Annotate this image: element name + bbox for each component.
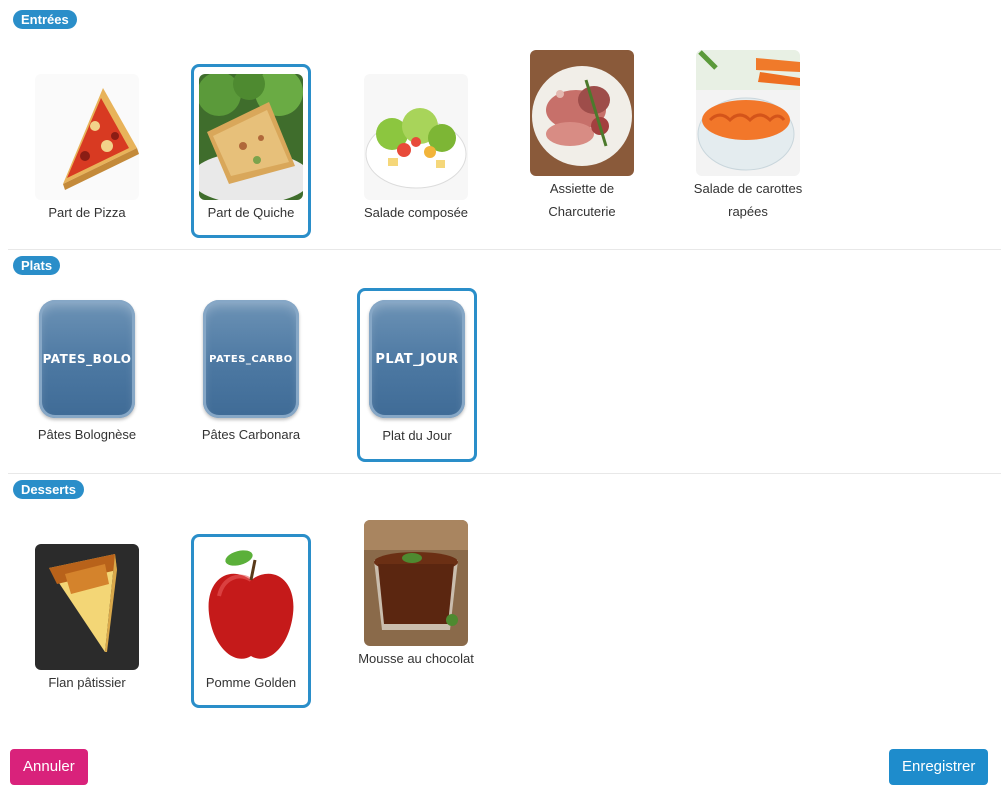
section-badge-entrees: Entrées (13, 10, 77, 29)
menu-item-label: Salade de carottes rapées (693, 181, 803, 219)
menu-item-label: Plat du Jour (382, 428, 452, 443)
carrot-salad-image (696, 50, 800, 176)
menu-item-label: Part de Quiche (207, 205, 295, 220)
menu-item-label: Salade composée (363, 205, 469, 220)
menu-item-pomme-golden[interactable]: Pomme Golden (191, 534, 311, 708)
save-button[interactable]: Enregistrer (889, 749, 989, 785)
section-divider (8, 473, 1001, 474)
salad-image (364, 74, 468, 200)
menu-item-label: Flan pâtissier (48, 675, 126, 690)
apple-image (199, 544, 303, 670)
pates-carbo-tile: PATES_CARBO (203, 300, 299, 418)
menu-item-label: Pâtes Bolognèse (37, 427, 137, 442)
menu-item-mousse-au-chocolat[interactable]: Mousse au chocolat (356, 510, 476, 706)
section-badge-plats: Plats (13, 256, 61, 275)
section-badge-desserts: Desserts (13, 480, 84, 499)
menu-item-part-de-pizza[interactable]: Part de Pizza (27, 64, 147, 236)
menu-item-label: Pomme Golden (205, 675, 297, 690)
section-divider (8, 249, 1001, 250)
plat-jour-tile: PLAT_JOUR (369, 300, 465, 418)
quiche-image (199, 74, 303, 200)
menu-item-flan-patissier[interactable]: Flan pâtissier (27, 534, 147, 706)
menu-item-label: Part de Pizza (48, 205, 126, 220)
pizza-image (35, 74, 139, 200)
menu-item-plat-du-jour[interactable]: PLAT_JOUR Plat du Jour (357, 288, 477, 462)
chocolate-mousse-image (364, 520, 468, 646)
menu-item-label: Assiette de Charcuterie (548, 181, 616, 219)
cancel-button[interactable]: Annuler (10, 749, 88, 785)
pates-bolo-tile: PATES_BOLO (39, 300, 135, 418)
menu-item-salade-de-carottes[interactable]: Salade de carottes rapées (688, 40, 808, 236)
charcuterie-image (530, 50, 634, 176)
menu-item-pates-bolognese[interactable]: PATES_BOLO Pâtes Bolognèse (27, 288, 147, 460)
menu-item-assiette-de-charcuterie[interactable]: Assiette de Charcuterie (522, 40, 642, 236)
menu-item-pates-carbonara[interactable]: PATES_CARBO Pâtes Carbonara (191, 288, 311, 460)
menu-item-salade-composee[interactable]: Salade composée (356, 64, 476, 236)
menu-item-label: Mousse au chocolat (358, 651, 474, 666)
flan-image (35, 544, 139, 670)
menu-item-part-de-quiche[interactable]: Part de Quiche (191, 64, 311, 238)
menu-item-label: Pâtes Carbonara (201, 427, 301, 442)
